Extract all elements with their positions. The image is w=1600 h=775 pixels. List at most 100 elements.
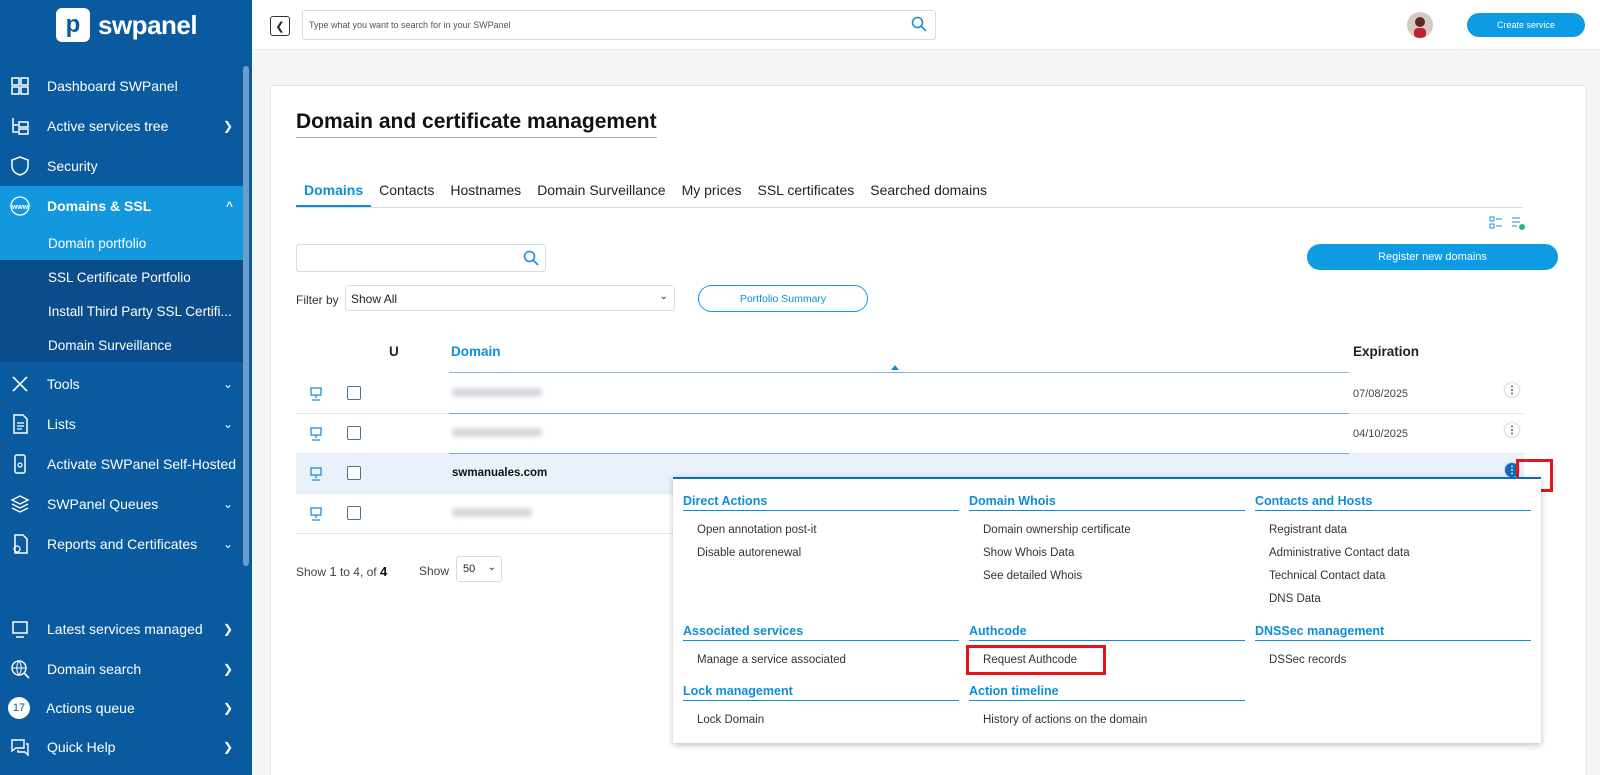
sidebar-item-security[interactable]: Security [0, 146, 243, 186]
sidebar-item-tools[interactable]: Tools ⌄ [0, 364, 243, 404]
register-domains-button[interactable]: Register new domains [1307, 244, 1558, 270]
row-actions-icon[interactable]: ⋮ [1505, 423, 1519, 437]
sidebar-item-queues[interactable]: SWPanel Queues ⌄ [0, 484, 243, 524]
menu-item-history-actions[interactable]: History of actions on the domain [983, 714, 1147, 726]
chevron-up-icon: ^ [225, 199, 233, 213]
sidebar-subitem-domain-surveillance[interactable]: Domain Surveillance [0, 328, 243, 362]
checklist-view-icon[interactable] [1511, 216, 1525, 235]
menu-item-admin-contact[interactable]: Administrative Contact data [1269, 547, 1410, 559]
menu-item-ownership-certificate[interactable]: Domain ownership certificate [983, 524, 1131, 536]
tab-domains[interactable]: Domains [296, 176, 372, 207]
sidebar-item-label: Active services tree [47, 118, 169, 134]
sidebar-subitem-domain-portfolio[interactable]: Domain portfolio [0, 226, 243, 260]
menu-item-show-whois[interactable]: Show Whois Data [983, 547, 1074, 559]
domain-search-input[interactable] [296, 244, 546, 272]
sidebar-subitem-install-ssl[interactable]: Install Third Party SSL Certifi... [0, 294, 243, 328]
menu-item-lock-domain[interactable]: Lock Domain [697, 714, 764, 726]
shield-icon [9, 155, 31, 177]
tab-ssl-certificates[interactable]: SSL certificates [750, 176, 863, 207]
sidebar-subitem-ssl-portfolio[interactable]: SSL Certificate Portfolio [0, 260, 243, 294]
menu-section-associated-services: Associated services [683, 624, 959, 641]
filter-select[interactable]: Show All ⌄ [345, 285, 675, 311]
column-header-u[interactable]: U [389, 344, 399, 359]
filter-label: Filter by [296, 293, 339, 307]
sidebar-item-quick-help[interactable]: Quick Help ❯ [0, 727, 243, 767]
sidebar-item-domain-search[interactable]: Domain search ❯ [0, 649, 243, 689]
sidebar-scrollbar[interactable] [243, 66, 249, 566]
page-size-label: Show [419, 564, 450, 578]
sidebar-item-latest-services[interactable]: Latest services managed ❯ [0, 609, 243, 649]
row-checkbox[interactable] [347, 506, 361, 520]
tab-domain-surveillance[interactable]: Domain Surveillance [529, 176, 673, 207]
page-size-select[interactable]: 50 ⌄ [456, 556, 502, 582]
menu-section-direct-actions: Direct Actions [683, 494, 959, 511]
monitor-icon [9, 618, 31, 640]
column-header-domain[interactable]: Domain [451, 344, 501, 359]
sidebar-subitem-label: Domain Surveillance [48, 337, 172, 353]
row-checkbox[interactable] [347, 386, 361, 400]
chevron-right-icon: ❯ [222, 662, 233, 676]
menu-section-authcode: Authcode [969, 624, 1245, 641]
pager-from: 1 [329, 564, 337, 579]
brand-logo[interactable]: p swpanel [56, 8, 198, 42]
server-icon [9, 453, 31, 475]
sidebar-item-label: Activate SWPanel Self-Hosted [47, 456, 237, 472]
menu-section-action-timeline: Action timeline [969, 684, 1245, 701]
create-service-button[interactable]: Create service [1467, 13, 1585, 37]
menu-item-technical-contact[interactable]: Technical Contact data [1269, 570, 1385, 582]
domain-actions-menu: Direct Actions Open annotation post-it D… [673, 477, 1541, 743]
portfolio-summary-button[interactable]: Portfolio Summary [698, 285, 868, 312]
sidebar-item-label: SWPanel Queues [47, 496, 159, 512]
request-authcode-highlight [966, 645, 1106, 675]
tools-icon [9, 373, 31, 395]
menu-item-registrant-data[interactable]: Registrant data [1269, 524, 1347, 536]
tab-my-prices[interactable]: My prices [674, 176, 750, 207]
tab-hostnames[interactable]: Hostnames [442, 176, 529, 207]
table-row[interactable]: 07/08/2025 ⋮ [296, 374, 1524, 414]
sidebar-item-lists[interactable]: Lists ⌄ [0, 404, 243, 444]
sidebar-item-label: Latest services managed [47, 621, 203, 637]
column-header-expiration[interactable]: Expiration [1353, 344, 1419, 359]
brand-name: swpanel [98, 9, 198, 40]
menu-item-manage-service[interactable]: Manage a service associated [697, 654, 846, 666]
domain-status-icon [308, 386, 324, 402]
menu-item-open-annotation[interactable]: Open annotation post-it [697, 524, 817, 536]
sidebar-subitem-label: SSL Certificate Portfolio [48, 269, 191, 285]
sidebar-item-label: Actions queue [46, 700, 135, 716]
menu-item-detailed-whois[interactable]: See detailed Whois [983, 570, 1082, 582]
global-search-input[interactable]: Type what you want to search for in your… [302, 10, 936, 40]
list-view-icon[interactable] [1489, 216, 1503, 235]
tabs-bar: Domains Contacts Hostnames Domain Survei… [296, 176, 1523, 208]
sidebar-item-reports[interactable]: Reports and Certificates ⌄ [0, 524, 243, 564]
sidebar-item-active-services-tree[interactable]: Active services tree ❯ [0, 106, 243, 146]
pager-prefix: Show [296, 565, 327, 579]
row-checkbox[interactable] [347, 466, 361, 480]
sidebar-item-dashboard[interactable]: Dashboard SWPanel [0, 66, 243, 106]
menu-item-dssec-records[interactable]: DSSec records [1269, 654, 1346, 666]
menu-item-dns-data[interactable]: DNS Data [1269, 593, 1321, 605]
tab-searched-domains[interactable]: Searched domains [862, 176, 995, 207]
help-chat-icon [9, 736, 31, 758]
sidebar-item-domains-ssl[interactable]: www Domains & SSL ^ [0, 186, 243, 226]
pager-total: 4 [380, 564, 388, 579]
row-actions-icon[interactable]: ⋮ [1505, 383, 1519, 397]
user-avatar[interactable] [1407, 12, 1433, 38]
sidebar-item-label: Security [47, 158, 98, 174]
table-row[interactable]: 04/10/2025 ⋮ [296, 414, 1524, 454]
collapse-sidebar-icon[interactable]: ❮ [270, 16, 290, 36]
sidebar-item-actions-queue[interactable]: 17 Actions queue ❯ [0, 688, 243, 728]
search-icon[interactable] [911, 16, 927, 34]
search-icon[interactable] [523, 250, 539, 271]
sidebar-subitem-label: Install Third Party SSL Certifi... [48, 303, 232, 319]
domain-name[interactable]: swmanuales.com [452, 467, 547, 479]
report-icon [9, 533, 31, 555]
chevron-down-icon: ⌄ [222, 377, 233, 391]
sidebar-item-label: Quick Help [47, 739, 116, 755]
sidebar-item-self-hosted[interactable]: Activate SWPanel Self-Hosted [0, 444, 243, 484]
row-checkbox[interactable] [347, 426, 361, 440]
sidebar-item-label: Dashboard SWPanel [47, 78, 178, 94]
menu-item-disable-autorenewal[interactable]: Disable autorenewal [697, 547, 801, 559]
www-icon: www [9, 195, 31, 217]
tree-icon [9, 115, 31, 137]
tab-contacts[interactable]: Contacts [371, 176, 442, 207]
